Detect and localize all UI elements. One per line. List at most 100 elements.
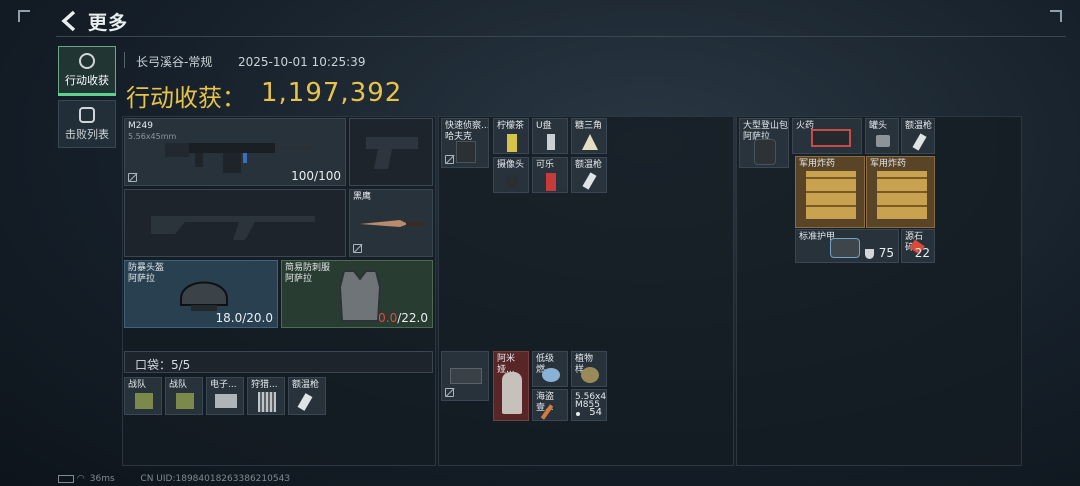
unbind-icon bbox=[353, 244, 362, 253]
rice-ball-icon bbox=[582, 134, 598, 150]
loot-total-value: 1,197,392 bbox=[261, 78, 403, 108]
item-name: 战队 bbox=[169, 380, 188, 390]
item-name: 军用炸药 bbox=[870, 159, 907, 169]
user-uid: CN UID:1898401826338621054З bbox=[140, 474, 291, 484]
armor-durability: 0.0/22.0 bbox=[378, 311, 428, 325]
helmet-name: 防暴头盔 bbox=[128, 263, 165, 273]
pockets-header: 口袋：5/5 bbox=[124, 351, 433, 373]
backpack-item[interactable]: 火药 bbox=[792, 118, 862, 154]
corner-decoration bbox=[1050, 10, 1062, 22]
unbind-icon bbox=[128, 173, 137, 182]
gunpowder-icon bbox=[811, 129, 851, 147]
tab-kills[interactable]: 击败列表 bbox=[58, 100, 116, 148]
backpack-slot[interactable] bbox=[441, 351, 489, 401]
cola-can-icon bbox=[546, 173, 556, 191]
item-name: 可乐 bbox=[536, 160, 555, 170]
item-name: 战队 bbox=[128, 380, 147, 390]
rig-item[interactable]: 低级燃... bbox=[532, 351, 568, 387]
ammo-item[interactable]: 5.56x4... M855 54 bbox=[571, 389, 607, 421]
backpack-container[interactable]: 大型登山包 阿萨拉 bbox=[739, 118, 789, 168]
melee-slot[interactable]: 黑鹰 bbox=[349, 189, 433, 257]
rig-item[interactable]: 摄像头 bbox=[493, 157, 529, 193]
armor-slot[interactable]: 简易防刺服 阿萨拉 0.0/22.0 bbox=[281, 260, 433, 328]
helmet-sub: 阿萨拉 bbox=[128, 274, 156, 284]
thermometer-icon bbox=[912, 133, 927, 151]
rig-item[interactable]: 植物样... bbox=[571, 351, 607, 387]
explosive-crate-icon bbox=[806, 171, 856, 219]
case-icon bbox=[450, 368, 482, 384]
helmet-slot[interactable]: 防暴头盔 阿萨拉 18.0/20.0 bbox=[124, 260, 278, 328]
tea-bottle-icon bbox=[507, 134, 517, 152]
armor-vest-icon bbox=[338, 270, 382, 322]
pistol-icon bbox=[366, 137, 418, 169]
card-icon bbox=[176, 393, 194, 409]
item-name: 额温枪 bbox=[575, 160, 603, 170]
item-name: 额温枪 bbox=[905, 121, 933, 131]
electronic-part-icon bbox=[215, 394, 237, 408]
card-icon bbox=[135, 393, 153, 409]
tab-label: 击败列表 bbox=[65, 128, 109, 141]
item-name: 军用炸药 bbox=[799, 159, 836, 169]
figurine-icon bbox=[502, 372, 522, 414]
item-name: 海盗壹... bbox=[536, 392, 555, 413]
rig-item[interactable]: 柠檬茶 bbox=[493, 118, 529, 154]
plant-sample-icon bbox=[581, 367, 599, 383]
weapon-durability: 100/100 bbox=[291, 169, 341, 183]
pockets-label: 口袋：5/5 bbox=[135, 358, 191, 372]
chest-rig-container[interactable]: 快速侦察... 哈夫克 bbox=[441, 118, 489, 168]
ping: 36ms bbox=[89, 474, 115, 484]
skull-icon bbox=[79, 107, 95, 123]
pocket-item[interactable]: 狩猎... bbox=[247, 377, 285, 415]
item-name: 额温枪 bbox=[292, 380, 320, 390]
backpack-item[interactable]: 源石碎... 22 bbox=[901, 229, 935, 263]
corner-decoration bbox=[18, 10, 30, 22]
page-title: 更多 bbox=[88, 12, 129, 34]
pocket-item[interactable]: 战队 bbox=[165, 377, 203, 415]
backpack-item[interactable]: 标准护甲 75 bbox=[795, 229, 899, 263]
backpack-icon bbox=[754, 139, 776, 165]
pocket-item[interactable]: 战队 bbox=[124, 377, 162, 415]
rig-item[interactable]: 海盗壹... bbox=[532, 389, 568, 421]
backpack-item[interactable]: 罐头 bbox=[865, 118, 899, 154]
rig-item[interactable]: 阿米娅... bbox=[493, 351, 529, 421]
rig-item[interactable]: 可乐 bbox=[532, 157, 568, 193]
item-name: 糖三角 bbox=[575, 121, 603, 131]
divider bbox=[56, 36, 1066, 37]
tab-label: 行动收获 bbox=[65, 74, 109, 87]
back-arrow-icon[interactable] bbox=[60, 10, 78, 32]
tab-loot[interactable]: 行动收获 bbox=[58, 46, 116, 96]
fuel-icon bbox=[542, 368, 560, 382]
rig-item[interactable]: 糖三角 bbox=[571, 118, 607, 154]
backpack-item[interactable]: 军用炸药 bbox=[795, 156, 865, 228]
item-name: 柠檬茶 bbox=[497, 121, 525, 131]
rig-item[interactable]: U盘 bbox=[532, 118, 568, 154]
thermometer-icon bbox=[297, 393, 313, 411]
pistol-slot-empty[interactable] bbox=[349, 118, 433, 186]
battery-icon bbox=[58, 474, 74, 483]
match-datetime: 2025-10-01 10:25:39 bbox=[238, 55, 366, 69]
item-value: 22 bbox=[914, 246, 930, 260]
camera-icon bbox=[506, 174, 518, 188]
dot-icon bbox=[576, 412, 580, 416]
ammo-count: 54 bbox=[589, 407, 602, 418]
item-name: 摄像头 bbox=[497, 160, 525, 170]
status-bar: ◠ 36ms CN UID:1898401826338621054З bbox=[58, 474, 290, 484]
wifi-icon: ◠ bbox=[76, 474, 85, 484]
backpack-item[interactable]: 额温枪 bbox=[901, 118, 935, 154]
pocket-item[interactable]: 电子... bbox=[206, 377, 244, 415]
helmet-durability: 18.0/20.0 bbox=[215, 311, 273, 325]
pocket-item[interactable]: 额温枪 bbox=[288, 377, 326, 415]
unbind-icon bbox=[445, 388, 454, 397]
item-name: U盘 bbox=[536, 121, 552, 131]
armor-case-icon bbox=[830, 238, 860, 258]
rig-item[interactable]: 额温枪 bbox=[571, 157, 607, 193]
armor-durability-current: 0.0 bbox=[378, 311, 398, 325]
secondary-weapon-slot-empty[interactable] bbox=[124, 189, 346, 257]
divider bbox=[124, 52, 125, 68]
armor-name: 简易防刺服 bbox=[285, 263, 331, 273]
item-name: 罐头 bbox=[869, 121, 888, 131]
backpack-item[interactable]: 军用炸药 bbox=[866, 156, 935, 228]
primary-weapon-slot[interactable]: M249 5.56x45mm 100/100 bbox=[124, 118, 346, 186]
map-name: 长弓溪谷-常规 bbox=[136, 55, 213, 69]
explosive-crate-icon bbox=[877, 171, 927, 219]
